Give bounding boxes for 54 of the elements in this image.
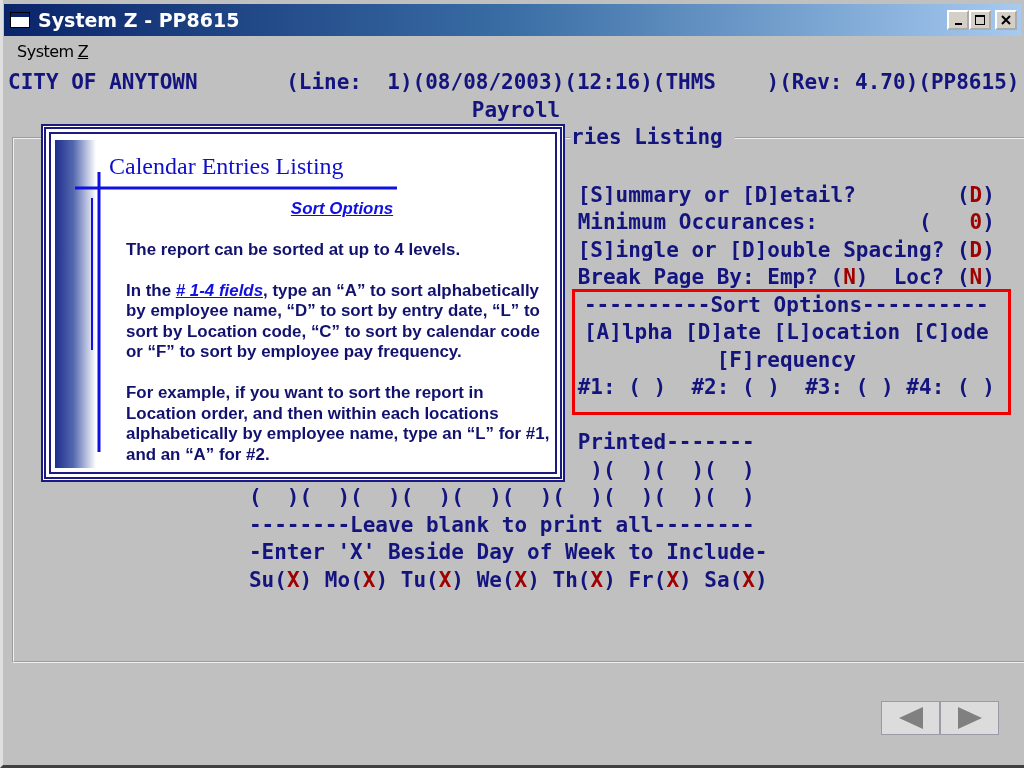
field-label: Sa (704, 566, 730, 594)
entry-field[interactable]: (X) (577, 566, 616, 594)
field-label: [S]ingle or [D]ouble Spacing? (577, 236, 945, 264)
right-triangle-icon (955, 706, 984, 730)
maximize-icon (975, 15, 985, 25)
entry-field[interactable]: (D) (956, 181, 995, 209)
entry-field[interactable]: (X) (501, 566, 540, 594)
help-paragraph: The report can be sorted at up to 4 levels. (126, 239, 462, 260)
terminal-text: [A]lpha [D]ate [L]ocation [C]ode (583, 320, 989, 344)
field-label: Su (248, 566, 275, 594)
field-label: Tu (400, 566, 427, 594)
help-paragraph: In the # 1-4 fields, type an “A” to sort alphabetically by employee name, “D” to sort by entry date, “L” to sort by Location code, “C” to sort by calendar code or “F” to sort by employee pay frequency. (126, 280, 541, 363)
entry-field[interactable]: (D) (956, 236, 995, 264)
previous-button[interactable] (881, 701, 940, 735)
entry-field[interactable]: (X) (274, 566, 313, 594)
field-label: Mo (324, 566, 351, 594)
field-label: Loc? (893, 264, 945, 291)
terminal-text: -Enter 'X' Beside Day of Week to Include- (248, 540, 768, 564)
window-title: System Z - PP8615 (38, 9, 241, 31)
field-label: [S]ummary or [D]etail? (577, 181, 856, 209)
field-label: Th (552, 566, 578, 594)
fields-link[interactable]: # 1-4 fields (175, 280, 264, 300)
terminal-text: --------Leave blank to print all-------- (248, 512, 755, 537)
group-title: ries Listing (571, 124, 724, 151)
terminal-text: Printed------- (577, 430, 755, 454)
section-link[interactable]: Sort Options (290, 199, 394, 218)
entry-field[interactable]: (X) (729, 566, 768, 594)
status-line: CITY OF ANYTOWN (Line: 1)(08/08/2003)(12:16)(THMS )(Rev: 4.70)(PP8615) (8, 69, 1021, 96)
terminal-text: ( )( )( )( )( )( )( )( )( )( ) (248, 485, 755, 509)
field-label: Fr (628, 566, 654, 594)
field-label: Break Page By: Emp? (577, 264, 818, 291)
entry-field[interactable]: (X) (653, 566, 692, 594)
field-label: Minimum Occurances: (577, 209, 818, 236)
menu-item[interactable]: System Z (17, 41, 89, 61)
next-button[interactable] (940, 701, 999, 735)
close-icon (1001, 15, 1011, 25)
entry-field[interactable]: (N) (830, 264, 869, 292)
field-label: We (476, 566, 502, 594)
close-button[interactable] (995, 10, 1017, 30)
minimize-button[interactable] (947, 10, 969, 30)
sort-level-fields[interactable]: #1: ( ) #2: ( ) #3: ( ) #4: ( ) (577, 375, 995, 399)
entry-field[interactable]: (X) (426, 566, 464, 594)
entry-field[interactable]: (X) (350, 566, 389, 594)
entry-field[interactable]: (N) (956, 264, 995, 292)
screen-title: Payroll (471, 97, 561, 122)
help-paragraph: For example, if you want to sort the report in Location order, and then within each locations alphabetically by employee name, type an “L” for #1, and an “A” for #2. (126, 383, 551, 465)
maximize-button[interactable] (969, 10, 991, 30)
minimize-icon (954, 23, 962, 25)
help-title: Calendar Entries Listing (109, 152, 344, 180)
terminal-text: )( )( )( ) (590, 457, 755, 482)
window-icon (10, 12, 30, 28)
entry-field[interactable]: ( 0) (919, 209, 995, 237)
terminal-text: ----------Sort Options---------- (583, 292, 989, 317)
terminal-text: [F]requency (716, 347, 856, 372)
